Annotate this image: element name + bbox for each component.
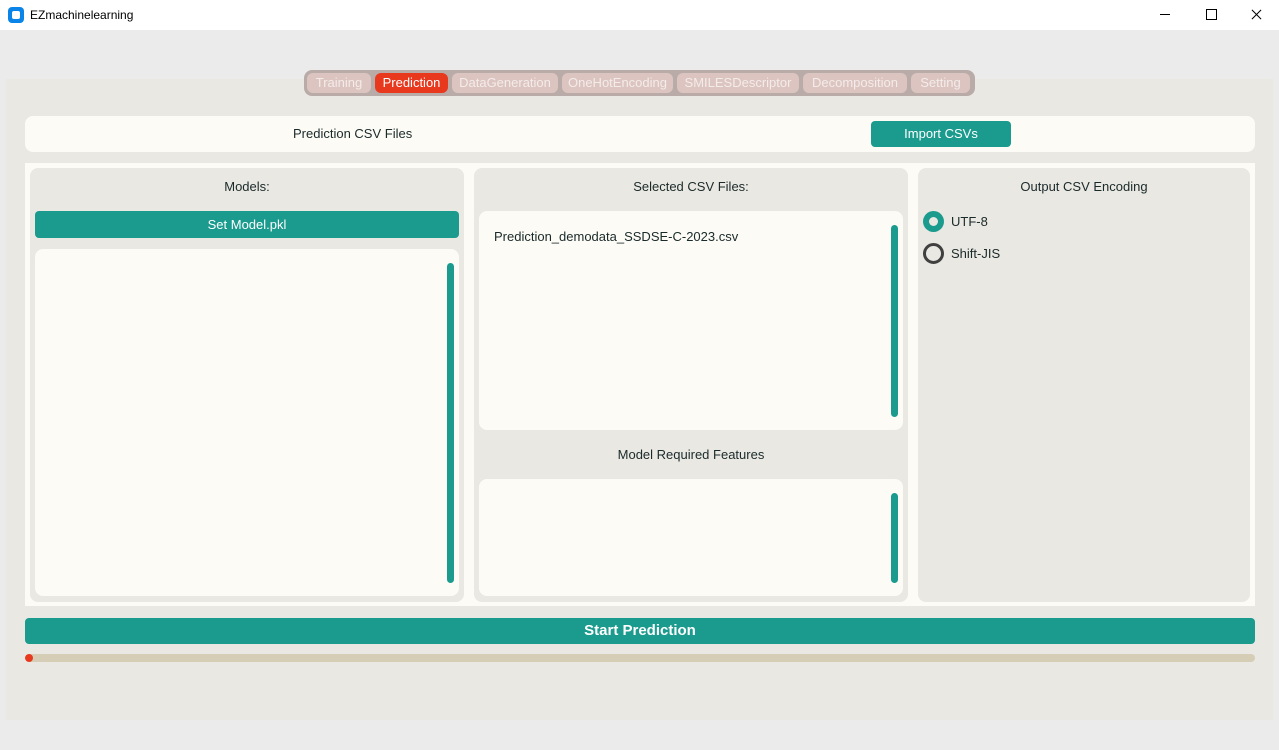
- import-csvs-button[interactable]: Import CSVs: [871, 121, 1011, 147]
- encoding-title: Output CSV Encoding: [1020, 179, 1148, 194]
- csv-files-list[interactable]: Prediction_demodata_SSDSE-C-2023.csv: [479, 211, 903, 430]
- window-title: EZmachinelearning: [30, 8, 134, 22]
- tab-datageneration[interactable]: DataGeneration: [452, 73, 558, 93]
- csv-files-scrollbar[interactable]: [891, 225, 898, 417]
- prediction-csv-label: Prediction CSV Files: [293, 126, 413, 141]
- utf8-label[interactable]: UTF-8: [951, 214, 988, 229]
- shift-jis-radio[interactable]: [923, 243, 944, 264]
- models-title: Models:: [224, 179, 270, 194]
- tab-setting[interactable]: Setting: [911, 73, 970, 93]
- tab-smilesdescriptor[interactable]: SMILESDescriptor: [677, 73, 799, 93]
- progress-bar: [25, 654, 1255, 662]
- utf8-radio[interactable]: [923, 211, 944, 232]
- tab-decomposition[interactable]: Decomposition: [803, 73, 907, 93]
- csv-files-card: Selected CSV Files: Prediction_demodata_…: [474, 168, 908, 602]
- tab-onehotencoding[interactable]: OneHotEncoding: [562, 73, 673, 93]
- tab-bar: Training Prediction DataGeneration OneHo…: [304, 70, 975, 96]
- models-list[interactable]: [35, 249, 459, 596]
- tab-prediction[interactable]: Prediction: [375, 73, 448, 93]
- models-scrollbar[interactable]: [447, 263, 454, 583]
- shift-jis-label[interactable]: Shift-JIS: [951, 246, 1000, 261]
- tab-training[interactable]: Training: [307, 73, 371, 93]
- minimize-icon[interactable]: [1142, 0, 1188, 30]
- set-model-button[interactable]: Set Model.pkl: [35, 211, 459, 238]
- features-title: Model Required Features: [617, 447, 765, 462]
- maximize-icon[interactable]: [1188, 0, 1234, 30]
- content-area: Models: Set Model.pkl Selected CSV Files…: [25, 163, 1255, 606]
- start-prediction-button[interactable]: Start Prediction: [25, 618, 1255, 644]
- csv-files-title: Selected CSV Files:: [633, 179, 749, 194]
- features-list[interactable]: [479, 479, 903, 596]
- progress-fill: [25, 654, 33, 662]
- models-card: Models: Set Model.pkl: [30, 168, 464, 602]
- encoding-card: Output CSV Encoding UTF-8 Shift-JIS: [918, 168, 1250, 602]
- app-icon: [8, 7, 24, 23]
- csv-header-panel: Prediction CSV Files: [25, 116, 1255, 152]
- features-scrollbar[interactable]: [891, 493, 898, 583]
- close-icon[interactable]: [1233, 0, 1279, 30]
- title-bar: EZmachinelearning: [0, 0, 1279, 30]
- list-item[interactable]: Prediction_demodata_SSDSE-C-2023.csv: [494, 229, 738, 244]
